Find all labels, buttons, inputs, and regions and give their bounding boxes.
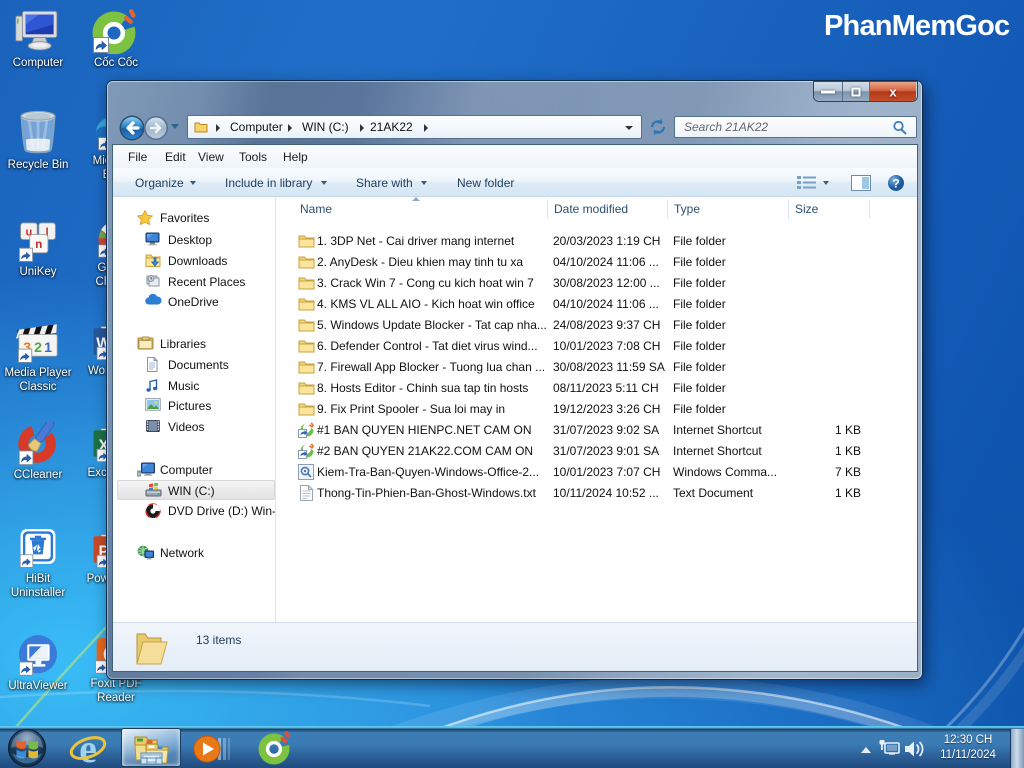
svg-text:n: n bbox=[35, 239, 42, 251]
svg-text:?: ? bbox=[892, 177, 899, 191]
svg-text:e: e bbox=[79, 729, 97, 767]
svg-text:1: 1 bbox=[44, 340, 52, 356]
svg-text:2: 2 bbox=[34, 340, 42, 356]
